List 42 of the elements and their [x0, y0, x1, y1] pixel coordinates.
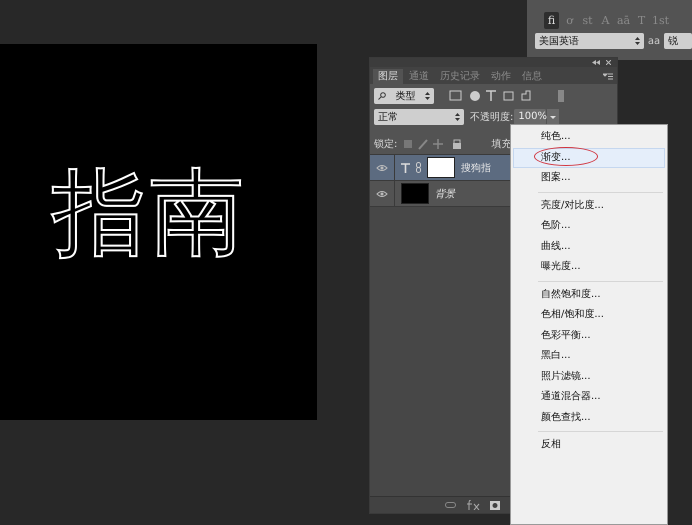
link-icon[interactable] [445, 502, 456, 508]
canvas-text: 指南 [52, 167, 248, 261]
layer-thumbnail [427, 157, 455, 178]
stepper-icon[interactable] [634, 37, 640, 45]
lock-label: 锁定: [374, 138, 398, 150]
menu-item[interactable]: 反相 [513, 435, 665, 456]
antialias-select[interactable]: 锐 [664, 33, 692, 49]
antialias-icon: aa [648, 36, 660, 46]
layer-name: 搜狗指 [461, 162, 491, 174]
menu-item[interactable]: 色阶... [513, 216, 665, 236]
link-icon [416, 162, 421, 173]
menu-item[interactable]: 曝光度... [513, 257, 665, 278]
text-layer-icon [401, 162, 410, 172]
menu-item[interactable]: 色相/饱和度... [513, 305, 665, 326]
menu-item[interactable]: 黑白... [513, 346, 665, 366]
menu-item[interactable]: 通道混合器... [513, 387, 665, 408]
opacity-label: 不透明度: [470, 110, 514, 124]
panel-menu-icon[interactable] [603, 73, 613, 80]
stepper-icon[interactable] [455, 112, 460, 120]
layer-name: 背景 [435, 188, 455, 200]
menu-item[interactable]: 自然饱和度... [513, 284, 665, 305]
filter-select[interactable]: 类型 [374, 88, 434, 104]
glyph-button[interactable]: fi [544, 12, 559, 29]
mask-icon[interactable] [490, 500, 500, 510]
dropdown-icon[interactable] [547, 108, 560, 124]
menu-item[interactable]: 纯色... [513, 127, 665, 148]
search-icon [378, 92, 386, 100]
language-select[interactable]: 美国英语 [535, 33, 644, 49]
menu-item[interactable]: 渐变... [513, 148, 665, 168]
opacity-field[interactable]: 100% [514, 108, 546, 124]
eye-icon[interactable] [376, 190, 388, 198]
eye-icon[interactable] [376, 164, 388, 172]
menu-item[interactable]: 色彩平衡... [513, 326, 665, 346]
menu-item[interactable]: 曲线... [513, 236, 665, 257]
menu-item[interactable]: 照片滤镜... [513, 366, 665, 387]
panel-tab[interactable]: 图层 [373, 69, 403, 84]
close-icon[interactable] [606, 60, 611, 65]
stepper-icon[interactable] [425, 92, 430, 100]
fx-icon[interactable] [466, 500, 480, 510]
menu-item[interactable]: 颜色查找... [513, 408, 665, 428]
layer-thumbnail [401, 183, 429, 204]
blend-mode-select[interactable]: 正常 [374, 108, 464, 124]
